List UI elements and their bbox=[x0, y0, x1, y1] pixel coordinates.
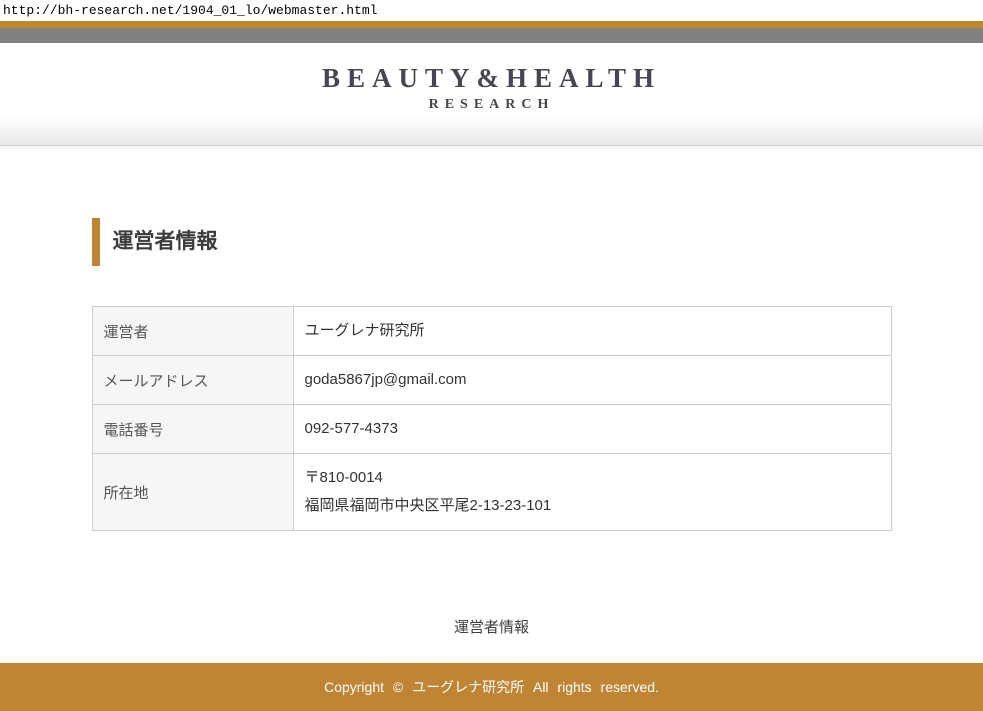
value-line: goda5867jp@gmail.com bbox=[305, 366, 881, 394]
row-label-email: メールアドレス bbox=[92, 356, 293, 405]
site-logo: BEAUTY&HEALTH RESEARCH bbox=[0, 63, 983, 113]
value-line-postal: 〒810-0014 bbox=[305, 464, 881, 492]
logo-subtitle: RESEARCH bbox=[0, 97, 983, 113]
row-label-address: 所在地 bbox=[92, 454, 293, 531]
value-line: 092-577-4373 bbox=[305, 415, 881, 443]
row-value-address: 〒810-0014 福岡県福岡市中央区平尾2-13-23-101 bbox=[293, 454, 891, 531]
logo-title: BEAUTY&HEALTH bbox=[0, 63, 983, 94]
table-row: メールアドレス goda5867jp@gmail.com bbox=[92, 356, 891, 405]
row-label-phone: 電話番号 bbox=[92, 405, 293, 454]
site-header: BEAUTY&HEALTH RESEARCH bbox=[0, 43, 983, 146]
footer-nav: 運営者情報 bbox=[0, 616, 983, 637]
operator-info-table: 運営者 ユーグレナ研究所 メールアドレス goda5867jp@gmail.co… bbox=[92, 306, 892, 531]
row-value-operator: ユーグレナ研究所 bbox=[293, 307, 891, 356]
row-value-phone: 092-577-4373 bbox=[293, 405, 891, 454]
copyright-text: Copyright © ユーグレナ研究所 All rights reserved… bbox=[324, 679, 659, 695]
url-bar: http://bh-research.net/1904_01_lo/webmas… bbox=[0, 0, 983, 21]
top-accent-stripe bbox=[0, 21, 983, 28]
page-title: 運営者情報 bbox=[92, 218, 892, 266]
value-line: ユーグレナ研究所 bbox=[305, 317, 881, 345]
top-gray-bar bbox=[0, 28, 983, 43]
table-row: 運営者 ユーグレナ研究所 bbox=[92, 307, 891, 356]
table-row: 電話番号 092-577-4373 bbox=[92, 405, 891, 454]
table-row: 所在地 〒810-0014 福岡県福岡市中央区平尾2-13-23-101 bbox=[92, 454, 891, 531]
copyright-bar: Copyright © ユーグレナ研究所 All rights reserved… bbox=[0, 663, 983, 711]
main-content: 運営者情報 運営者 ユーグレナ研究所 メールアドレス goda5867jp@gm… bbox=[92, 218, 892, 531]
footer-nav-link-operator-info[interactable]: 運営者情報 bbox=[454, 619, 529, 636]
value-line-street: 福岡県福岡市中央区平尾2-13-23-101 bbox=[305, 492, 881, 520]
row-label-operator: 運営者 bbox=[92, 307, 293, 356]
row-value-email: goda5867jp@gmail.com bbox=[293, 356, 891, 405]
url-text: http://bh-research.net/1904_01_lo/webmas… bbox=[3, 3, 377, 18]
